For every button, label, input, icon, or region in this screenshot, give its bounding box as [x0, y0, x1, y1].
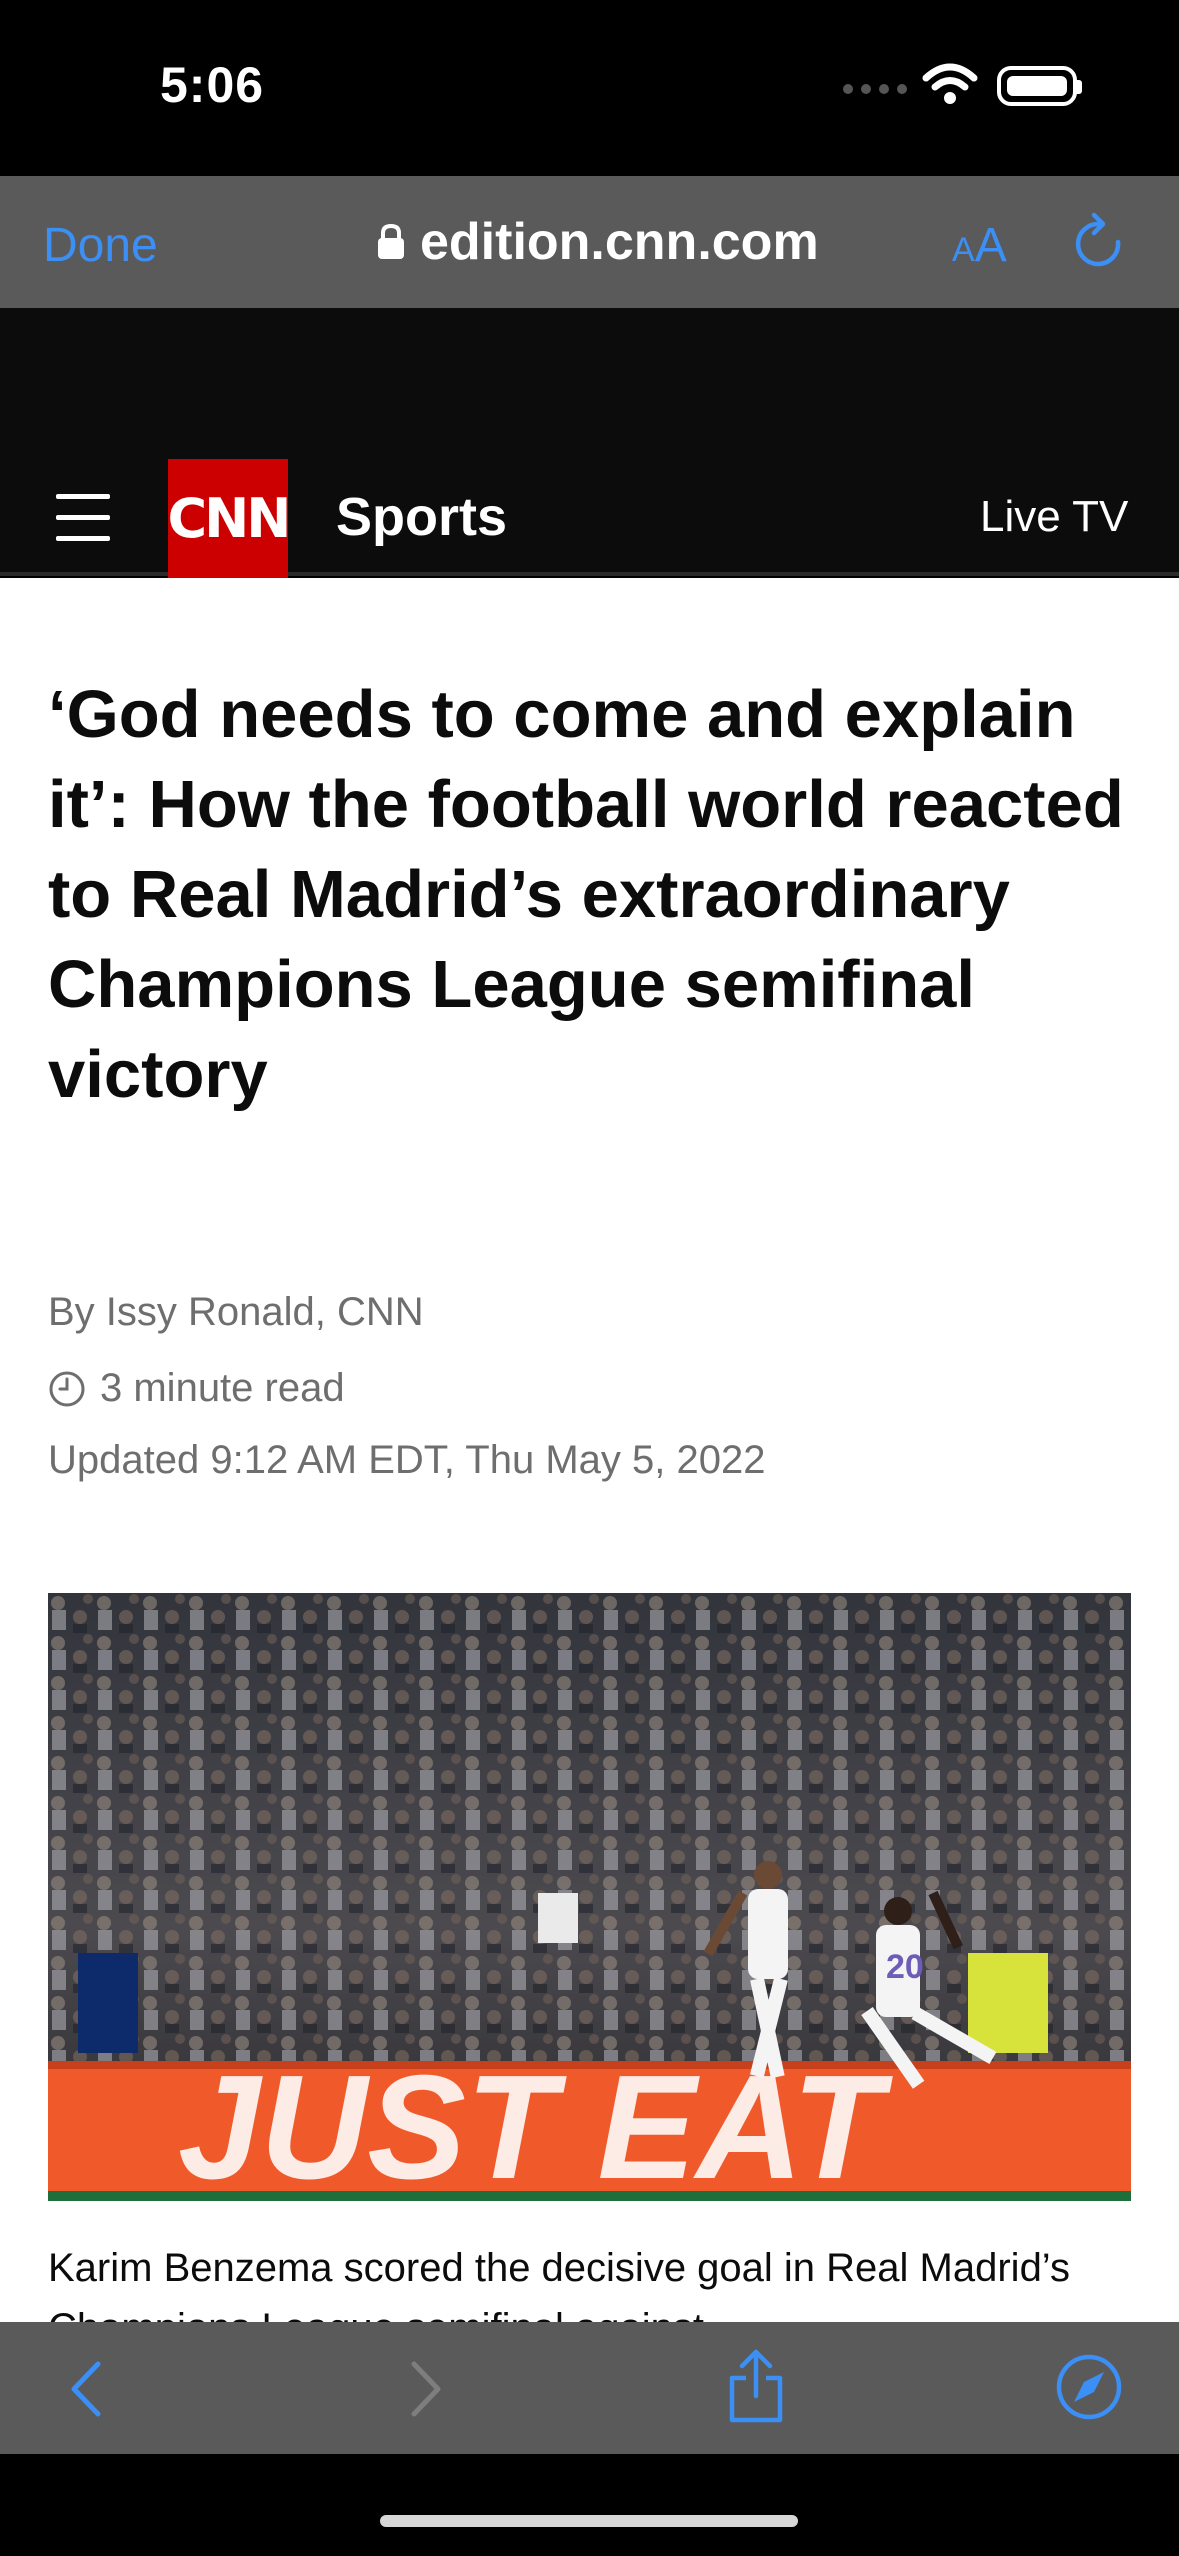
- done-button[interactable]: Done: [43, 218, 158, 273]
- cnn-logo[interactable]: CNN: [167, 459, 292, 578]
- lock-icon: [378, 223, 404, 259]
- text-size-button[interactable]: AA: [952, 218, 1007, 273]
- wifi-icon: [922, 63, 978, 104]
- clock-icon: [49, 1371, 85, 1406]
- url-text: edition.cnn.com: [420, 213, 819, 271]
- cellular-signal-icon: [843, 84, 907, 104]
- battery-icon: [997, 66, 1077, 106]
- section-title[interactable]: Sports: [336, 486, 507, 548]
- reload-icon[interactable]: [1072, 212, 1126, 272]
- updated-timestamp: Updated 9:12 AM EDT, Thu May 5, 2022: [48, 1438, 766, 1482]
- back-icon[interactable]: [66, 2358, 106, 2420]
- hamburger-menu-icon[interactable]: [56, 494, 110, 557]
- jersey-number: 20: [886, 1948, 924, 1986]
- share-icon[interactable]: [724, 2346, 788, 2426]
- article-headline: ‘God needs to come and explain it’: How …: [48, 677, 1124, 1112]
- read-time: 3 minute read: [48, 1366, 345, 1411]
- article-body: ‘God needs to come and explain it’: How …: [0, 578, 1179, 2322]
- home-indicator-area: [0, 2454, 1179, 2556]
- status-time: 5:06: [160, 57, 265, 113]
- browser-toolbar: [0, 2322, 1179, 2454]
- ad-space: [0, 308, 1179, 458]
- read-time-text: 3 minute read: [100, 1366, 345, 1410]
- article-byline[interactable]: By Issy Ronald, CNN: [48, 1290, 424, 1335]
- photo-caption: Karim Benzema scored the decisive goal i…: [48, 2246, 1070, 2322]
- address-bar[interactable]: edition.cnn.com: [376, 212, 819, 272]
- home-indicator[interactable]: [380, 2515, 798, 2527]
- board-text: JUST EAT: [178, 2045, 893, 2201]
- live-tv-link[interactable]: Live TV: [980, 492, 1128, 542]
- compass-icon[interactable]: [1054, 2352, 1124, 2422]
- battery-cap: [1076, 80, 1082, 94]
- stadium-celebration-image: JUST EAT 20: [48, 1593, 1131, 2201]
- article-photo[interactable]: JUST EAT 20: [48, 1593, 1131, 2201]
- forward-icon[interactable]: [406, 2358, 446, 2420]
